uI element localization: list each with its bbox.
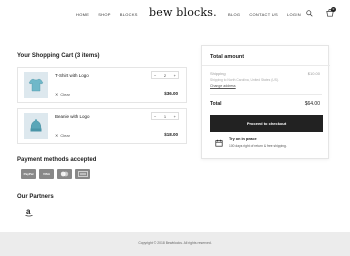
main-nav-right: BLOG CONTACT US LOGIN [228, 12, 301, 17]
nav-login[interactable]: LOGIN [287, 12, 301, 17]
item-price: $18.00 [164, 132, 178, 137]
nav-blog[interactable]: BLOG [228, 12, 240, 17]
increment-button[interactable]: + [174, 114, 176, 119]
copyright-text: Copyright © 2018 Bewblocks. All rights r… [138, 241, 212, 245]
close-icon: ✕ [55, 92, 59, 97]
payment-methods: PayPal VISA [21, 169, 90, 179]
divider [210, 94, 322, 95]
product-thumbnail[interactable] [24, 72, 48, 98]
quantity-value[interactable]: 2 [164, 73, 166, 78]
site-logo[interactable]: bew blocks. [149, 6, 217, 19]
decrement-button[interactable]: − [154, 73, 156, 78]
cart-item: T-Shirt with Logo − 2 + ✕ Clear $36.00 [17, 67, 187, 103]
promo-title: Try on in peace [229, 137, 257, 141]
site-footer: Copyright © 2018 Bewblocks. All rights r… [0, 232, 350, 256]
item-price: $36.00 [164, 91, 178, 96]
cart-item: Beanie with Logo − 1 + ✕ Clear $18.00 [17, 108, 187, 144]
shipping-value: $10.00 [307, 71, 320, 76]
promo-text: 100 days right of return & free shipping… [229, 144, 287, 148]
nav-contact-us[interactable]: CONTACT US [249, 12, 278, 17]
partners-title: Our Partners [17, 194, 54, 200]
clear-item-button[interactable]: ✕ Clear [55, 133, 70, 138]
shipping-note: Shipping to North Carolina, United State… [210, 78, 279, 82]
tshirt-icon [28, 78, 44, 92]
beanie-icon [30, 119, 42, 132]
site-header: HOME SHOP BLOCKS bew blocks. BLOG CONTAC… [0, 0, 350, 30]
visa-icon: VISA [39, 169, 54, 179]
decrement-button[interactable]: − [154, 114, 156, 119]
nav-home[interactable]: HOME [76, 12, 89, 17]
product-thumbnail[interactable] [24, 113, 48, 139]
total-label: Total [210, 101, 222, 107]
clear-item-button[interactable]: ✕ Clear [55, 92, 70, 97]
quantity-stepper: − 1 + [151, 112, 179, 120]
product-name[interactable]: T-Shirt with Logo [55, 73, 89, 78]
clear-label: Clear [60, 92, 70, 97]
amex-icon [75, 169, 90, 179]
paypal-icon: PayPal [21, 169, 36, 179]
cart-title: Your Shopping Cart (3 items) [17, 53, 100, 59]
svg-text:a: a [26, 207, 31, 216]
nav-shop[interactable]: SHOP [98, 12, 111, 17]
quantity-stepper: − 2 + [151, 71, 179, 79]
increment-button[interactable]: + [174, 73, 176, 78]
order-summary: Total amount Shipping $10.00 Shipping to… [201, 45, 330, 159]
amazon-icon[interactable]: a [24, 207, 34, 217]
summary-title: Total amount [210, 54, 245, 60]
shipping-label: Shipping [210, 71, 226, 76]
close-icon: ✕ [55, 133, 59, 138]
change-address-link[interactable]: Change address [210, 84, 236, 88]
quantity-value[interactable]: 1 [164, 114, 166, 119]
search-icon[interactable] [306, 10, 313, 17]
product-name[interactable]: Beanie with Logo [55, 114, 90, 119]
main-nav-left: HOME SHOP BLOCKS [76, 12, 138, 17]
total-value: $64.00 [304, 101, 320, 107]
calendar-icon [215, 139, 223, 147]
nav-blocks[interactable]: BLOCKS [120, 12, 138, 17]
divider [202, 65, 330, 66]
clear-label: Clear [60, 133, 70, 138]
payment-methods-title: Payment methods accepted [17, 157, 97, 163]
cart-count-badge: 0 [331, 7, 336, 12]
proceed-to-checkout-button[interactable]: Proceed to checkout [210, 115, 323, 132]
mastercard-icon [57, 169, 72, 179]
